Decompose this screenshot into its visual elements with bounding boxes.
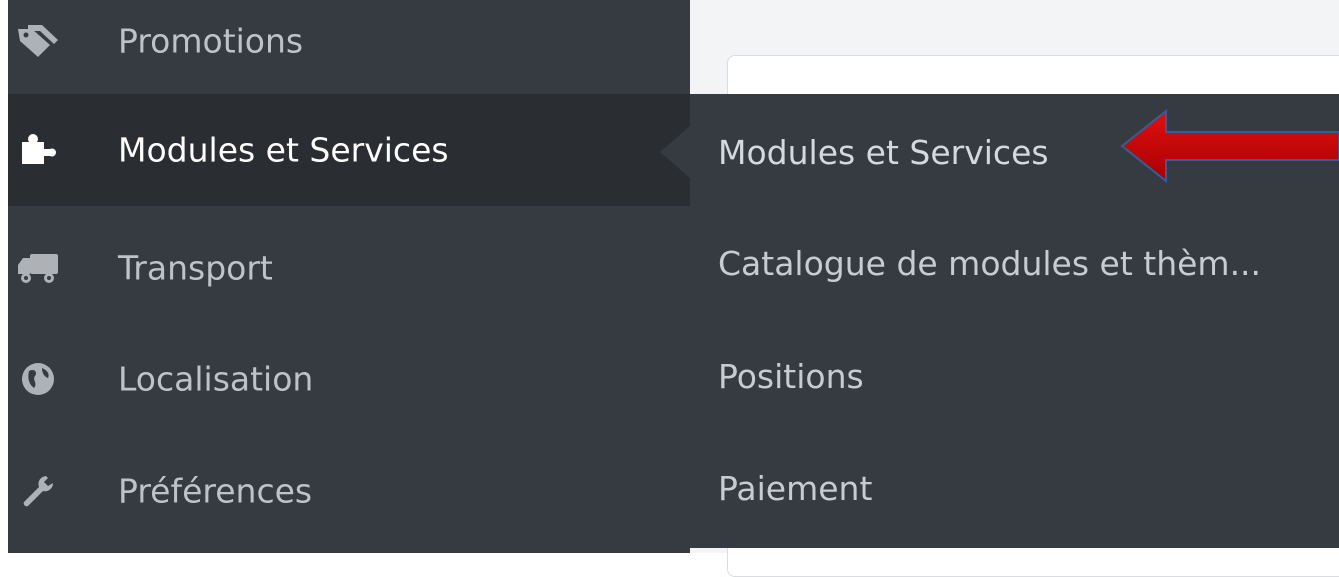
sidebar-item-label: Préférences bbox=[118, 471, 313, 511]
sidebar-item-preferences[interactable]: Préférences bbox=[8, 435, 690, 547]
sidebar-item-label: Promotions bbox=[118, 21, 304, 60]
sidebar-item-promotions[interactable]: Promotions bbox=[8, 0, 690, 94]
submenu-pointer bbox=[660, 126, 690, 178]
sidebar-item-label: Modules et Services bbox=[118, 130, 449, 170]
sidebar: Promotions Modules et Services Transport bbox=[8, 0, 690, 553]
red-arrow-annotation bbox=[1120, 108, 1339, 184]
submenu-item-positions[interactable]: Positions bbox=[718, 360, 864, 393]
submenu-item-catalogue[interactable]: Catalogue de modules et thèm... bbox=[718, 247, 1261, 280]
truck-icon bbox=[16, 248, 60, 288]
puzzle-icon bbox=[16, 130, 60, 170]
submenu-item-modules-services[interactable]: Modules et Services bbox=[718, 136, 1049, 169]
wrench-icon bbox=[16, 471, 60, 511]
sidebar-item-label: Transport bbox=[118, 248, 273, 288]
tag-icon bbox=[16, 21, 60, 61]
submenu-item-paiement[interactable]: Paiement bbox=[718, 472, 872, 505]
sidebar-item-transport[interactable]: Transport bbox=[8, 212, 690, 324]
sidebar-item-modules[interactable]: Modules et Services bbox=[8, 94, 690, 206]
sidebar-item-label: Localisation bbox=[118, 359, 314, 399]
globe-icon bbox=[16, 359, 60, 399]
sidebar-item-localisation[interactable]: Localisation bbox=[8, 323, 690, 435]
